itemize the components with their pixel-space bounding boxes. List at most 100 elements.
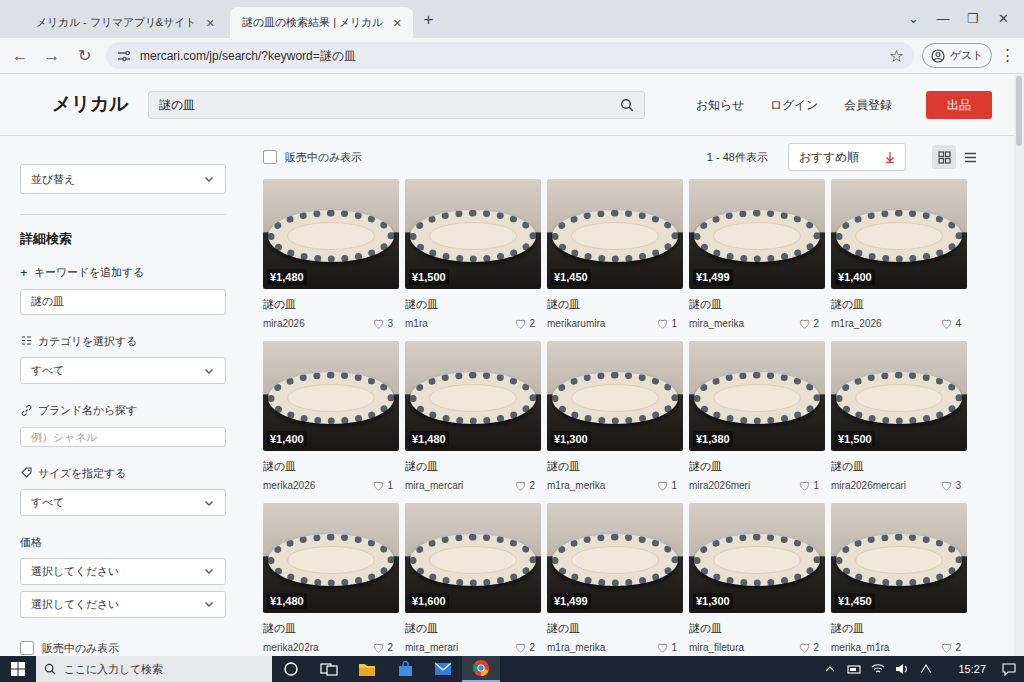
mail-icon[interactable] (424, 656, 462, 682)
like-count[interactable]: ♡2 (941, 641, 967, 655)
select-box[interactable]: 選択してください (20, 591, 226, 618)
task-view-icon[interactable] (310, 656, 348, 682)
item-card[interactable]: ¥1,500謎の皿m1ra♡2 (405, 179, 541, 331)
plate (694, 534, 820, 586)
heart-icon: ♡ (799, 479, 810, 493)
item-card[interactable]: ¥1,500謎の皿mira2026mercari♡3 (831, 341, 967, 493)
nav-button[interactable]: ← (6, 48, 34, 64)
input-method-icon[interactable] (914, 656, 938, 682)
window-control-button[interactable]: ⌄ (898, 9, 928, 29)
like-count[interactable]: ♡1 (657, 641, 683, 655)
plate-center (713, 546, 801, 574)
item-title: 謎の皿 (547, 459, 683, 473)
browser-menu-button[interactable]: ⋮ (996, 44, 1018, 67)
price-badge: ¥1,480 (409, 431, 449, 448)
battery-icon[interactable] (842, 656, 866, 682)
like-count[interactable]: ♡1 (373, 479, 399, 493)
header-link[interactable]: お知らせ (696, 96, 744, 114)
notification-icon[interactable] (994, 656, 1024, 682)
view-button[interactable] (932, 145, 956, 169)
checkbox-row[interactable]: 販売中のみ表示 (20, 640, 228, 657)
keyword-field[interactable]: 謎の皿 (20, 289, 226, 315)
store-icon[interactable] (386, 656, 424, 682)
scrollbar[interactable] (1014, 74, 1024, 656)
like-count[interactable]: ♡1 (657, 479, 683, 493)
like-count[interactable]: ♡2 (515, 479, 541, 493)
browser-tab[interactable]: メリカル - フリマアプリ&サイト× (24, 7, 226, 38)
results: 販売中のみ表示1 - 48件表示おすすめ順¥1,480謎の皿mira2026♡3… (228, 136, 1014, 656)
like-count[interactable]: ♡2 (515, 641, 541, 655)
item-card[interactable]: ¥1,400謎の皿m1ra_2026♡4 (831, 179, 967, 331)
bookmark-star-icon[interactable]: ☆ (889, 48, 904, 63)
search-icon[interactable] (620, 98, 634, 112)
select-box[interactable]: 選択してください (20, 558, 226, 585)
new-tab-button[interactable]: + (423, 11, 433, 28)
checkbox[interactable] (263, 150, 277, 164)
like-count[interactable]: ♡2 (515, 317, 541, 331)
tray-expand-icon[interactable] (818, 656, 842, 682)
item-meta: mira2026♡3 (263, 317, 399, 331)
plate-center (855, 546, 943, 574)
sell-button[interactable]: 出品 (926, 91, 992, 119)
address-field[interactable]: mercari.com/jp/search/?keyword=謎の皿☆ (106, 42, 914, 69)
file-explorer-icon[interactable] (348, 656, 386, 682)
item-card[interactable]: ¥1,480謎の皿merika202ra♡2 (263, 503, 399, 655)
item-card[interactable]: ¥1,480謎の皿mira2026♡3 (263, 179, 399, 331)
plate (694, 210, 820, 262)
like-count[interactable]: ♡3 (941, 479, 967, 493)
like-count[interactable]: ♡2 (373, 641, 399, 655)
item-card[interactable]: ¥1,499謎の皿mira_merika♡2 (689, 179, 825, 331)
profile-button[interactable]: ゲスト (922, 43, 992, 68)
plate-center (855, 222, 943, 250)
like-count[interactable]: ♡1 (657, 317, 683, 331)
windows-start-icon[interactable] (0, 656, 36, 682)
window-control-button[interactable]: ✕ (988, 9, 1018, 29)
item-card[interactable]: ¥1,380謎の皿mira2026meri♡1 (689, 341, 825, 493)
clock[interactable]: 15:27 (958, 661, 986, 678)
tab-close-button[interactable]: × (393, 16, 401, 30)
browser-tab[interactable]: 謎の皿の検索結果 | メリカル× (230, 7, 413, 38)
like-count[interactable]: ♡2 (799, 641, 825, 655)
item-card[interactable]: ¥1,300謎の皿mira_filetura♡2 (689, 503, 825, 655)
item-card[interactable]: ¥1,480謎の皿mira_mercari♡2 (405, 341, 541, 493)
item-photo: ¥1,500 (405, 179, 541, 289)
like-count[interactable]: ♡3 (373, 317, 399, 331)
header-link[interactable]: 会員登録 (844, 96, 892, 114)
view-button[interactable] (958, 145, 982, 169)
chrome-icon[interactable] (462, 656, 500, 682)
cortana-icon[interactable] (272, 656, 310, 682)
item-card[interactable]: ¥1,600謎の皿mira_merari♡2 (405, 503, 541, 655)
like-count[interactable]: ♡1 (799, 479, 825, 493)
search-icon (44, 663, 56, 675)
like-count[interactable]: ♡2 (799, 317, 825, 331)
brand-field[interactable] (20, 427, 226, 447)
checkbox-row[interactable]: 販売中のみ表示 (263, 149, 362, 166)
wifi-icon[interactable] (866, 656, 890, 682)
item-card[interactable]: ¥1,400謎の皿merika2026♡1 (263, 341, 399, 493)
nav-button[interactable]: → (38, 48, 66, 64)
item-card[interactable]: ¥1,300謎の皿m1ra_merika♡1 (547, 341, 683, 493)
volume-icon[interactable] (890, 656, 914, 682)
nav-button[interactable]: ↻ (70, 48, 98, 64)
checkbox[interactable] (20, 641, 34, 655)
site-info-icon[interactable] (116, 50, 132, 62)
item-card[interactable]: ¥1,450謎の皿merika_m1ra♡2 (831, 503, 967, 655)
tab-close-button[interactable]: × (206, 16, 214, 30)
like-count[interactable]: ♡4 (941, 317, 967, 331)
site-logo[interactable]: メリカル (52, 90, 128, 119)
sort-order-select[interactable]: おすすめ順 (788, 143, 906, 171)
taskbar-search-field[interactable] (64, 661, 264, 678)
item-card[interactable]: ¥1,450謎の皿merikarumira♡1 (547, 179, 683, 331)
sort-select[interactable]: 並び替え (20, 164, 226, 194)
window-control-button[interactable]: ❐ (958, 9, 988, 29)
window-control-button[interactable]: — (928, 9, 958, 29)
select-box[interactable]: すべて (20, 489, 226, 516)
page-viewport: メリカル謎の皿お知らせログイン会員登録出品並び替え詳細検索+キーワードを追加する… (0, 74, 1024, 656)
item-card[interactable]: ¥1,499謎の皿m1ra_merika♡1 (547, 503, 683, 655)
search-field[interactable]: 謎の皿 (148, 91, 645, 119)
filter-label: カテゴリを選択する (38, 333, 137, 350)
select-box[interactable]: すべて (20, 357, 226, 384)
taskbar-search[interactable] (36, 656, 272, 682)
scrollbar-thumb[interactable] (1016, 76, 1022, 146)
header-link[interactable]: ログイン (770, 96, 818, 114)
